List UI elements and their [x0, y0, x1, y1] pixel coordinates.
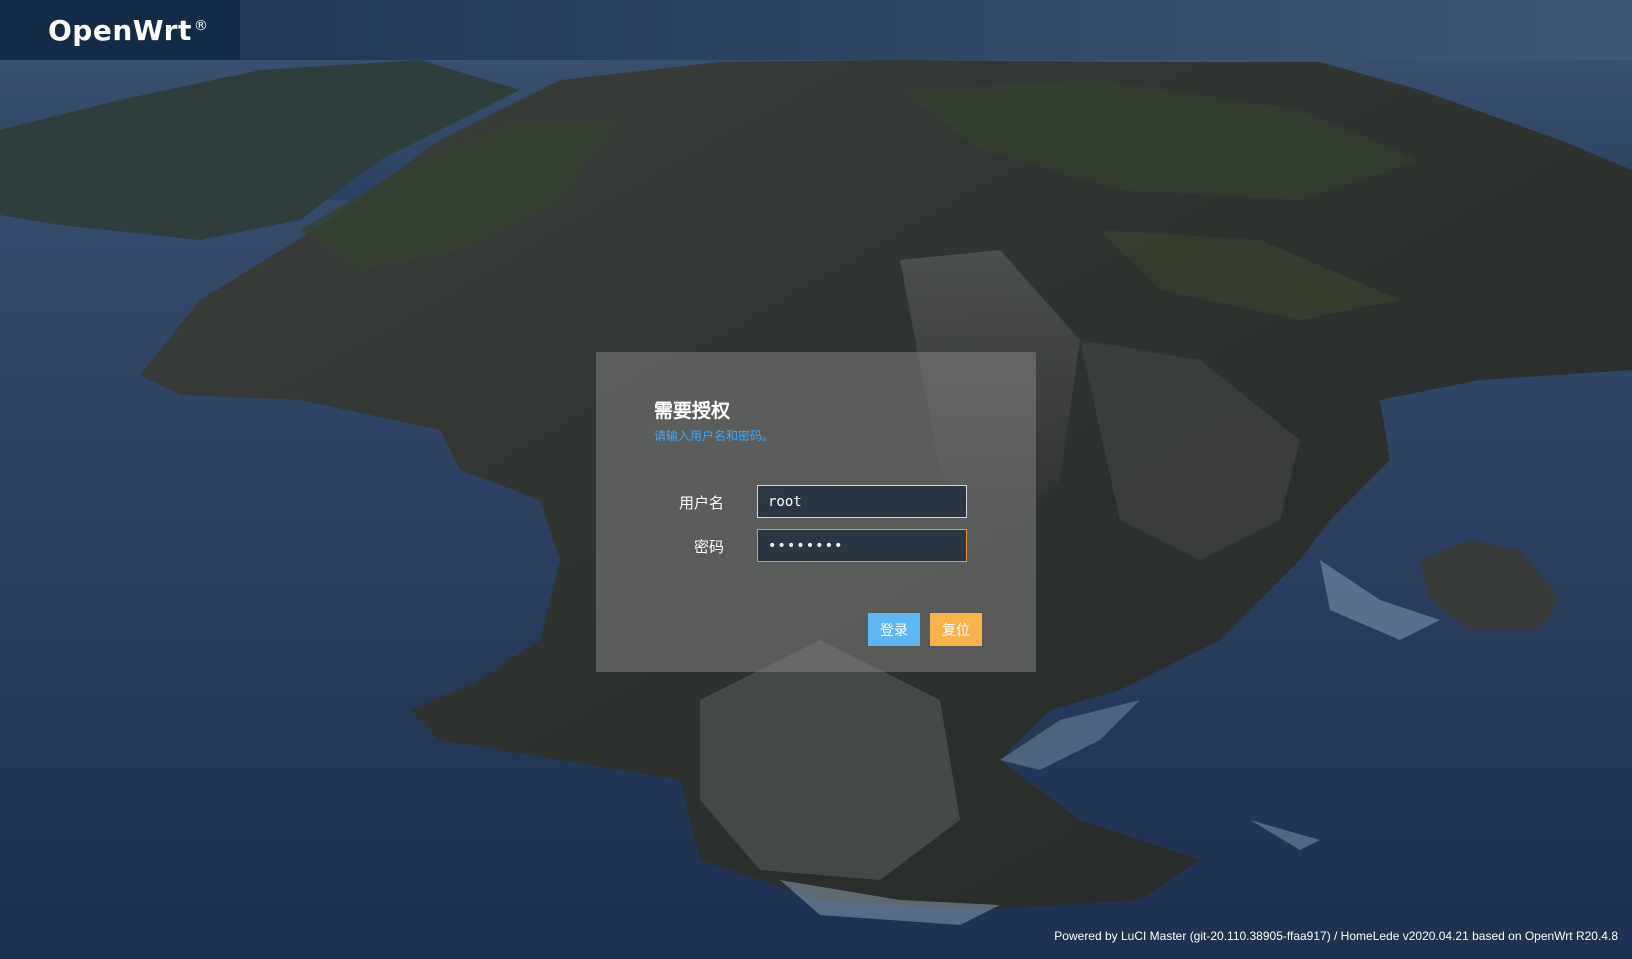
username-label: 用户名	[678, 494, 724, 512]
login-title: 需要授权	[654, 400, 731, 422]
registered-mark: ®	[193, 18, 208, 34]
login-button[interactable]: 登录	[868, 613, 920, 646]
top-header: OpenWrt ®	[0, 0, 1632, 60]
login-description: 请输入用户名和密码。	[654, 429, 775, 443]
username-input[interactable]	[757, 485, 967, 518]
reset-button[interactable]: 复位	[930, 613, 982, 646]
brand-name: OpenWrt	[48, 13, 192, 47]
password-input[interactable]	[757, 529, 967, 562]
brand-logo[interactable]: OpenWrt ®	[0, 0, 240, 60]
login-panel: 需要授权 请输入用户名和密码。 用户名 密码 登录 复位	[596, 352, 1036, 672]
password-label: 密码	[693, 538, 724, 556]
footer-powered-by: Powered by LuCI Master (git-20.110.38905…	[1054, 929, 1618, 943]
